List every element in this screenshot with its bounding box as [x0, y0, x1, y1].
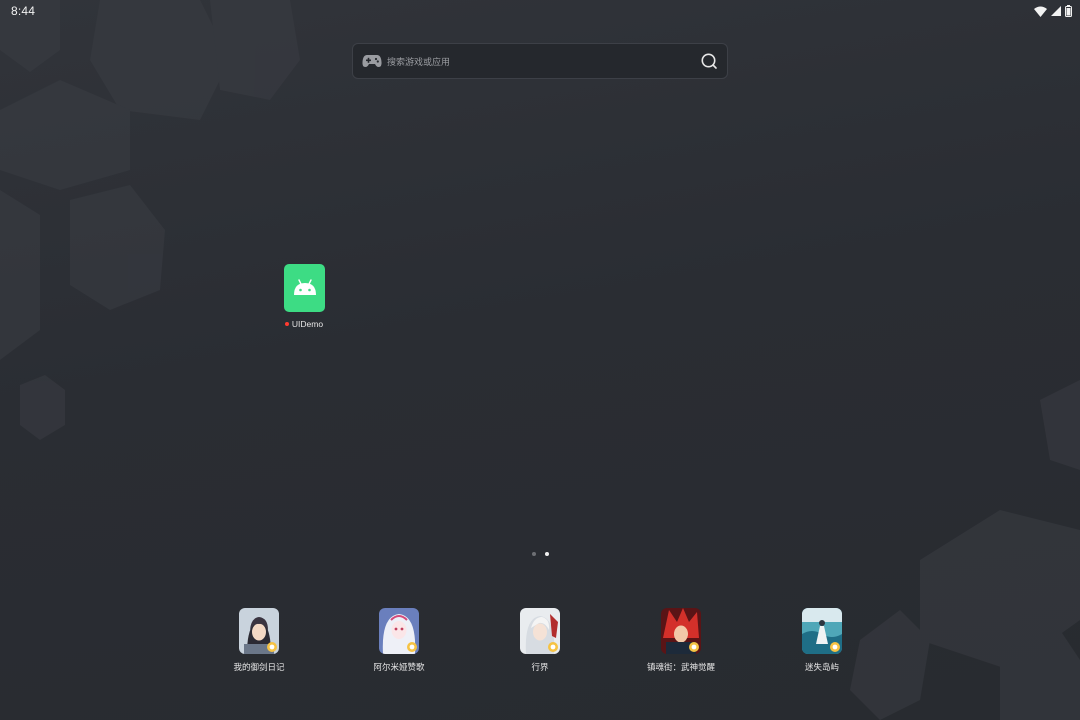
status-time: 8:44	[11, 4, 36, 18]
game-art-icon[interactable]	[661, 608, 701, 654]
dock: 我的御剑日记 阿尔米娅赞歌 行界 镇魂街：武神觉醒 迷失岛屿	[0, 606, 1080, 686]
dock-app-3[interactable]: 行界	[495, 606, 585, 676]
cellular-signal-icon	[1051, 6, 1061, 16]
game-label: 行界	[531, 662, 549, 672]
search-bar[interactable]: 搜索游戏或应用	[352, 43, 728, 79]
status-bar: 8:44	[0, 0, 1080, 22]
game-label: 阿尔米娅赞歌	[373, 662, 425, 672]
page-indicator	[532, 552, 549, 556]
game-art-icon[interactable]	[379, 608, 419, 654]
game-label: 我的御剑日记	[233, 662, 285, 672]
search-icon[interactable]	[700, 52, 718, 70]
search-placeholder[interactable]: 搜索游戏或应用	[387, 55, 700, 68]
game-label: 镇魂街：武神觉醒	[646, 662, 715, 672]
home-screen: 8:44 搜索游戏或应用 UIDemo 我的御剑日记 阿尔米娅赞歌 行界 镇魂街…	[0, 0, 1080, 720]
battery-icon	[1065, 5, 1072, 17]
android-robot-icon	[293, 279, 316, 295]
app-label: UIDemo	[291, 319, 324, 329]
dock-app-2[interactable]: 阿尔米娅赞歌	[354, 606, 444, 676]
new-install-dot	[284, 321, 289, 326]
game-art-icon[interactable]	[802, 608, 842, 654]
dock-app-4[interactable]: 镇魂街：武神觉醒	[636, 606, 726, 676]
dock-app-5[interactable]: 迷失岛屿	[777, 606, 867, 676]
page-dot-2-active[interactable]	[545, 552, 549, 556]
dock-app-1[interactable]: 我的御剑日记	[214, 606, 304, 676]
page-dot-1[interactable]	[532, 552, 536, 556]
gamepad-icon	[362, 55, 382, 67]
app-uidemo[interactable]: UIDemo	[274, 264, 334, 334]
game-label: 迷失岛屿	[804, 662, 839, 672]
wifi-icon	[1034, 6, 1047, 17]
app-label-row: UIDemo	[274, 319, 334, 329]
app-tile[interactable]	[284, 264, 325, 312]
game-art-icon[interactable]	[239, 608, 279, 654]
game-art-icon[interactable]	[520, 608, 560, 654]
status-icons	[1034, 4, 1072, 18]
